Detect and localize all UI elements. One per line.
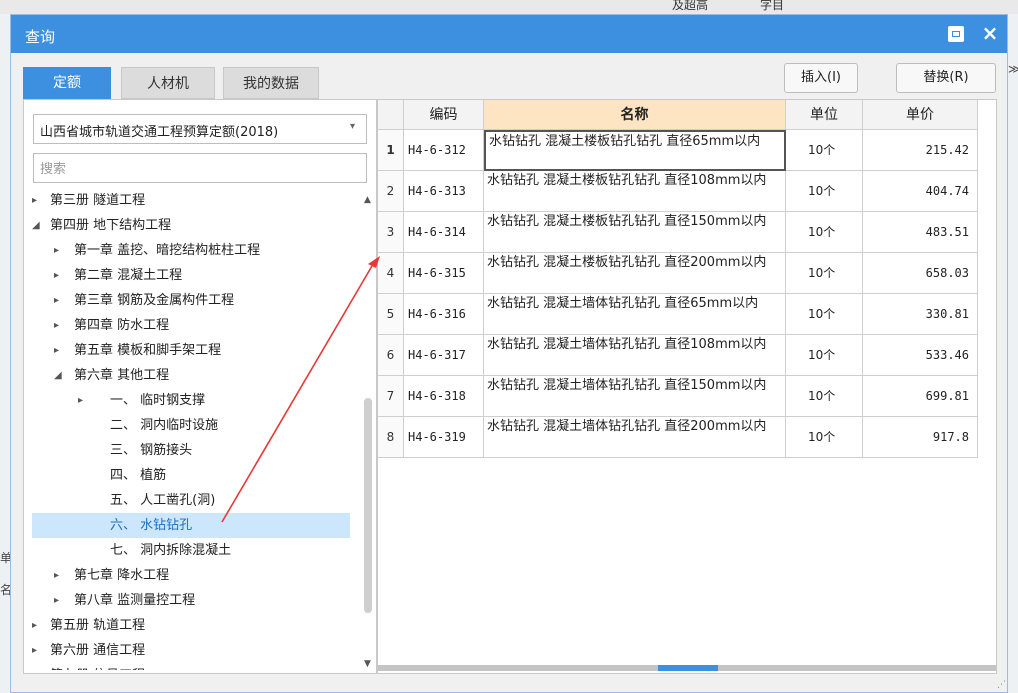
annotation-overlay	[221, 256, 380, 523]
annotation-arrow-head	[368, 256, 380, 268]
annotation-arrow-line	[221, 265, 373, 523]
